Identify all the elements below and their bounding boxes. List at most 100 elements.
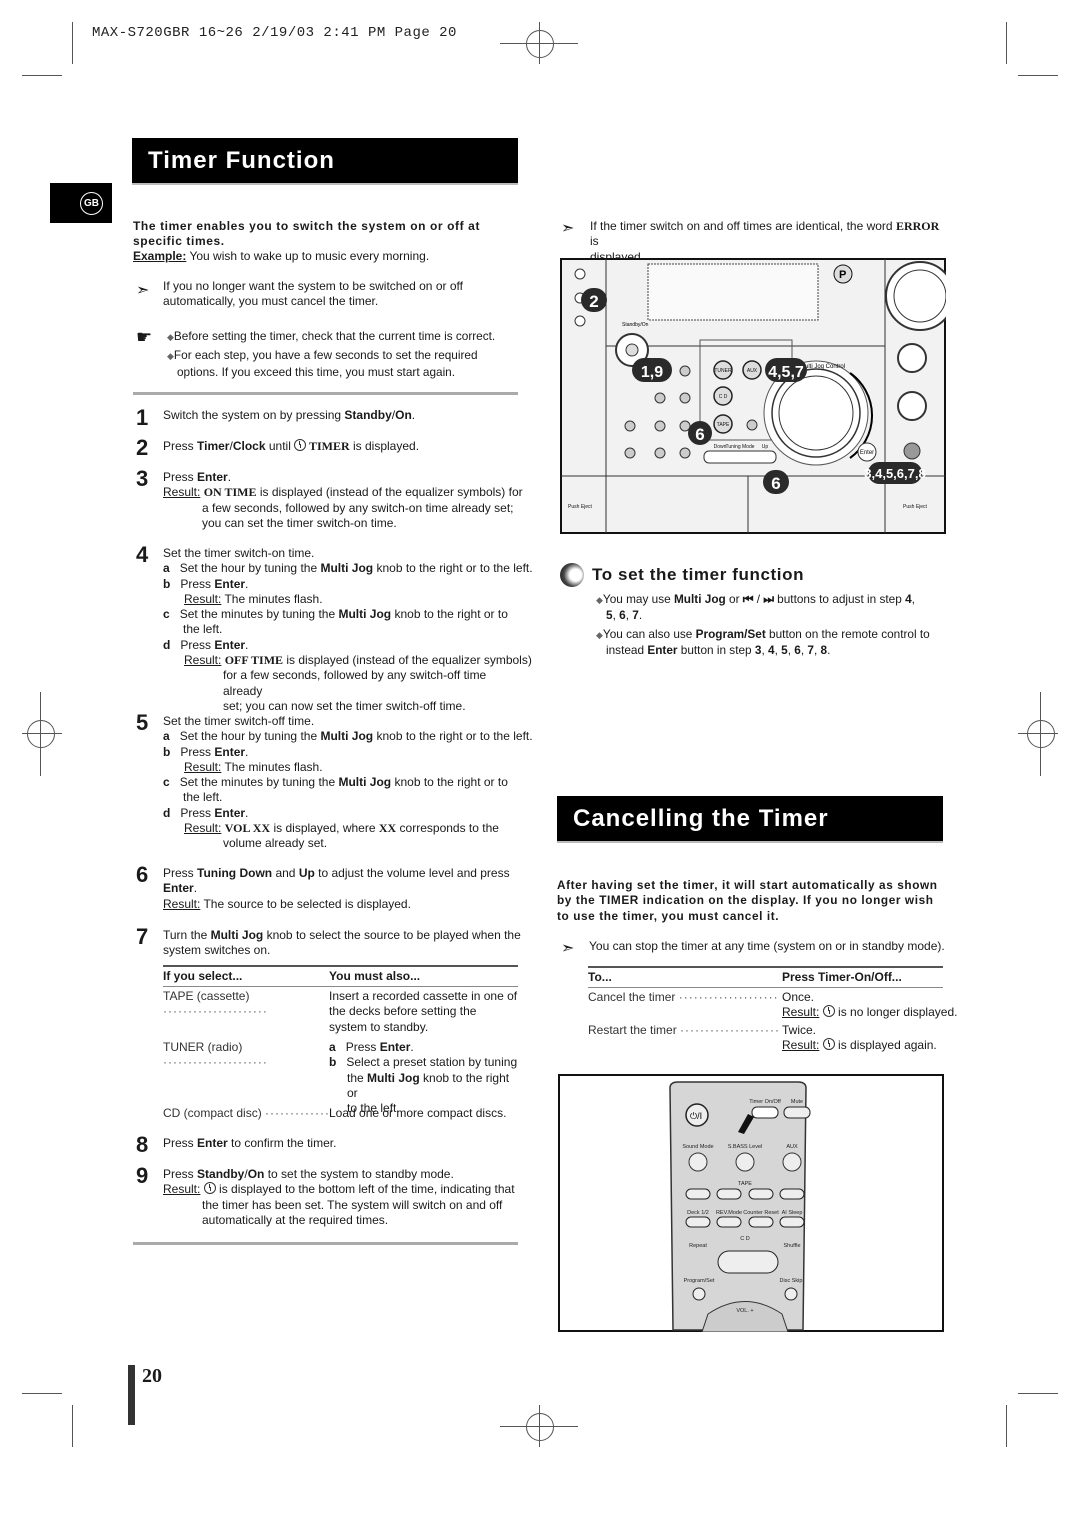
subsection-heading: To set the timer function [592, 565, 805, 584]
step-5: Set the timer switch-off time. a Set the… [163, 714, 533, 851]
text-segment: Set the minutes by tuning the [169, 775, 339, 790]
svg-text:C D: C D [719, 394, 728, 400]
callout: 4,5,7 [768, 364, 804, 381]
step-number: 7 [136, 924, 149, 949]
clock-icon [822, 1005, 835, 1018]
table-header: You must also... [329, 969, 421, 983]
text-segment: instead [606, 642, 648, 657]
text-segment: Multi Jog [210, 928, 264, 942]
text-line: b Press Enter. [163, 745, 523, 760]
text-line: Result: ON TIME is displayed (instead of… [163, 485, 523, 500]
svg-text:P: P [839, 269, 846, 281]
step-6: Press Tuning Down and Up to adjust the v… [163, 866, 523, 912]
svg-text:TAPE: TAPE [717, 422, 730, 428]
tips-list: ◆Before setting the timer, check that th… [167, 329, 496, 379]
text-segment: is displayed (instead of the equalizer s… [256, 485, 523, 500]
text-segment: or [725, 592, 743, 606]
step-number: 6 [136, 862, 149, 887]
text-segment: Press [163, 470, 198, 484]
text-segment: ERROR [895, 219, 940, 233]
text-segment: / [753, 592, 764, 606]
text-segment: Set the hour by tuning the [169, 729, 321, 744]
step-number: 4 [136, 542, 149, 567]
svg-text:VOL. +: VOL. + [736, 1308, 753, 1314]
text-segment: Press [163, 866, 198, 880]
text-segment: Press [170, 637, 215, 652]
cancel-intro: After having set the timer, it will star… [557, 878, 938, 923]
text-segment: Set the minutes by tuning the [169, 607, 339, 622]
svg-text:Disc Skip: Disc Skip [780, 1278, 803, 1284]
text-segment: Press [170, 805, 215, 820]
text-segment: TIMER [306, 439, 350, 453]
text-segment: Standby [344, 408, 392, 422]
svg-text:REV.Mode: REV.Mode [716, 1210, 742, 1216]
clock-icon [822, 1038, 835, 1051]
step-number: 2 [136, 435, 149, 460]
text-line: You may use Multi Jog or ⏮ / ⏭ buttons t… [603, 592, 915, 606]
table-header: Press Timer-On/Off... [782, 970, 902, 984]
text-segment: Enter [214, 576, 246, 591]
text-segment: Example: [133, 249, 187, 263]
text-line: If the timer switch on and off times are… [590, 219, 945, 250]
text-line: c Set the minutes by tuning the Multi Jo… [163, 775, 523, 790]
text-segment: button in step [677, 642, 755, 657]
text-line: Result: The minutes flash. [163, 760, 523, 775]
text-segment: Result: [184, 821, 222, 836]
step-1: Switch the system on by pressing Standby… [163, 408, 415, 423]
table-header: If you select... [163, 969, 243, 983]
svg-text:Counter Reset: Counter Reset [743, 1210, 779, 1216]
text-segment: . [411, 408, 416, 422]
text-segment: Multi Jog [320, 561, 374, 576]
text-segment: Press [163, 1167, 198, 1181]
text-segment: . [193, 881, 198, 896]
text-segment: ON TIME [203, 485, 257, 500]
text-segment: . [827, 642, 831, 657]
page-number: 20 [142, 1365, 162, 1387]
text-segment: Tuning Down [197, 866, 273, 880]
text-segment: The source to be selected is displayed. [200, 896, 411, 911]
text-line: Result: OFF TIME is displayed (instead o… [163, 653, 532, 668]
table-header: To... [588, 970, 612, 984]
section-title-timer-function: Timer Function [132, 138, 518, 183]
section-bullet-icon [560, 563, 584, 587]
text-line: a Set the hour by tuning the Multi Jog k… [163, 561, 533, 576]
svg-text:Tuning Mode: Tuning Mode [726, 444, 755, 450]
text-segment: Multi Jog [338, 607, 392, 622]
text-segment: Press [170, 744, 215, 759]
text-segment: to confirm the timer. [227, 1136, 337, 1150]
text-line: the Multi Jog knob to the right or [329, 1071, 519, 1102]
clock-icon [203, 1182, 216, 1195]
print-header: MAX-S720GBR 16~26 2/19/03 2:41 PM Page 2… [92, 25, 457, 41]
text-line: a Set the hour by tuning the Multi Jog k… [163, 729, 533, 744]
page-number-bar [128, 1365, 135, 1425]
section-title-cancelling-timer: Cancelling the Timer [557, 796, 943, 841]
text-segment: to adjust the volume level and press [314, 866, 510, 880]
text-segment: On [247, 1167, 265, 1181]
divider [133, 1242, 518, 1245]
text-segment: . [245, 744, 249, 759]
step-number: 9 [136, 1163, 149, 1188]
note-arrow-icon: ➣ [561, 220, 575, 237]
text-segment: The minutes flash. [221, 759, 323, 774]
text-segment: Result: [163, 1182, 201, 1197]
text-segment: The minutes flash. [221, 591, 323, 606]
svg-text:Sound Mode: Sound Mode [682, 1144, 713, 1150]
text-segment: Multi Jog [673, 592, 726, 606]
text-segment: Timer [197, 439, 230, 453]
svg-text:Standby/On: Standby/On [622, 322, 649, 328]
text-segment: OFF TIME [224, 653, 284, 668]
text-line: Result: The source to be selected is dis… [163, 897, 523, 912]
svg-text:Repeat: Repeat [689, 1243, 707, 1249]
svg-text:Push Eject: Push Eject [903, 504, 928, 510]
text-segment: to set the system to standby mode. [264, 1167, 454, 1181]
text-segment: a [163, 729, 170, 744]
callout: 6 [771, 474, 780, 493]
text-segment: Multi Jog [320, 729, 374, 744]
step-9: Press Standby/On to set the system to st… [163, 1167, 523, 1228]
text-segment: knob to select the source to be played w… [263, 928, 521, 942]
svg-text:AI Sleep: AI Sleep [782, 1210, 803, 1216]
text-segment: Set the hour by tuning the [169, 561, 321, 576]
text-segment: Enter [214, 805, 246, 820]
note-arrow-icon: ➣ [136, 282, 150, 299]
text-segment: Standby [197, 1167, 245, 1181]
